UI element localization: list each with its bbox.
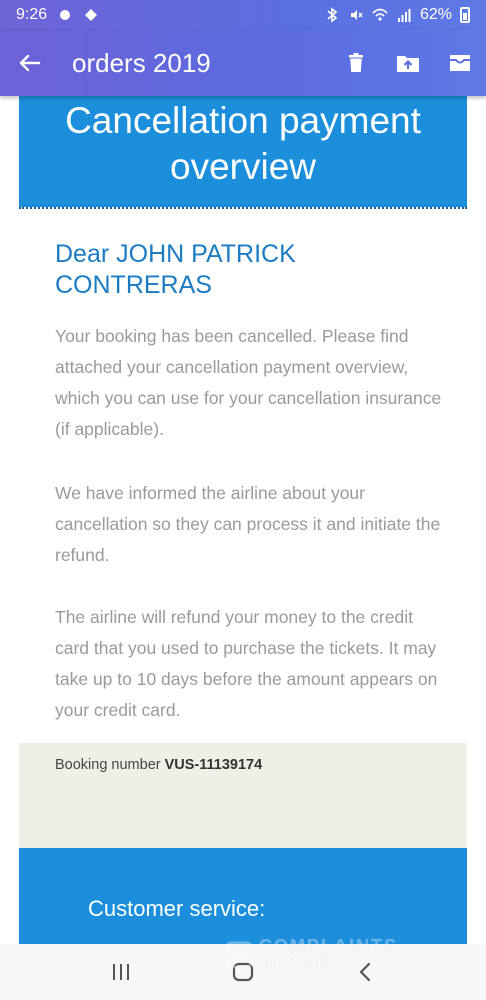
arrow-left-icon bbox=[19, 54, 41, 72]
customer-service-section: Customer service: bbox=[19, 848, 467, 944]
paragraph-cancelled: Your booking has been cancelled. Please … bbox=[55, 326, 442, 439]
booking-number-value[interactable]: VUS-11139174 bbox=[165, 757, 263, 773]
recent-apps-button[interactable] bbox=[91, 944, 151, 1000]
status-time: 9:26 bbox=[16, 6, 48, 23]
hero-divider bbox=[19, 207, 467, 209]
wifi-icon bbox=[372, 7, 388, 23]
paragraph-refund: The airline will refund your money to th… bbox=[55, 607, 438, 720]
email-hero-title: Cancellation payment overview bbox=[19, 96, 467, 207]
greeting: Dear JOHN PATRICK CONTRERAS bbox=[55, 240, 296, 299]
booking-number-box: Booking number VUS-11139174 bbox=[19, 743, 467, 848]
trash-icon bbox=[349, 53, 363, 72]
status-bar: 9:26 62% bbox=[0, 0, 486, 30]
paragraph-airline-informed: We have informed the airline about your … bbox=[55, 483, 441, 565]
back-arrow-button[interactable] bbox=[0, 30, 60, 96]
watermark-line2: BOARD bbox=[259, 953, 335, 973]
complaintsboard-watermark: COMPLAINTS BOARD bbox=[225, 935, 440, 975]
delete-button[interactable] bbox=[330, 30, 382, 96]
battery-percent: 62% bbox=[419, 6, 452, 23]
watermark-logo-icon bbox=[225, 941, 253, 969]
booking-number-label: Booking number bbox=[55, 757, 161, 773]
notification-icon bbox=[57, 7, 73, 23]
booking-number-line: Booking number VUS-11139174 bbox=[55, 757, 262, 773]
mute-icon bbox=[348, 7, 364, 23]
recent-apps-icon bbox=[113, 964, 129, 980]
email-body[interactable]: Cancellation payment overview Dear JOHN … bbox=[0, 96, 486, 944]
page-title: orders 2019 bbox=[72, 47, 211, 78]
battery-icon bbox=[460, 7, 470, 23]
app-bar: orders 2019 bbox=[0, 30, 486, 96]
folder-move-icon bbox=[397, 56, 419, 72]
archive-icon bbox=[450, 55, 470, 71]
signal-icon bbox=[396, 7, 412, 23]
bluetooth-icon bbox=[324, 7, 340, 23]
move-to-folder-button[interactable] bbox=[382, 30, 434, 96]
customer-service-title: Customer service: bbox=[88, 896, 266, 921]
settings-icon bbox=[83, 7, 99, 23]
archive-button[interactable] bbox=[434, 30, 486, 96]
